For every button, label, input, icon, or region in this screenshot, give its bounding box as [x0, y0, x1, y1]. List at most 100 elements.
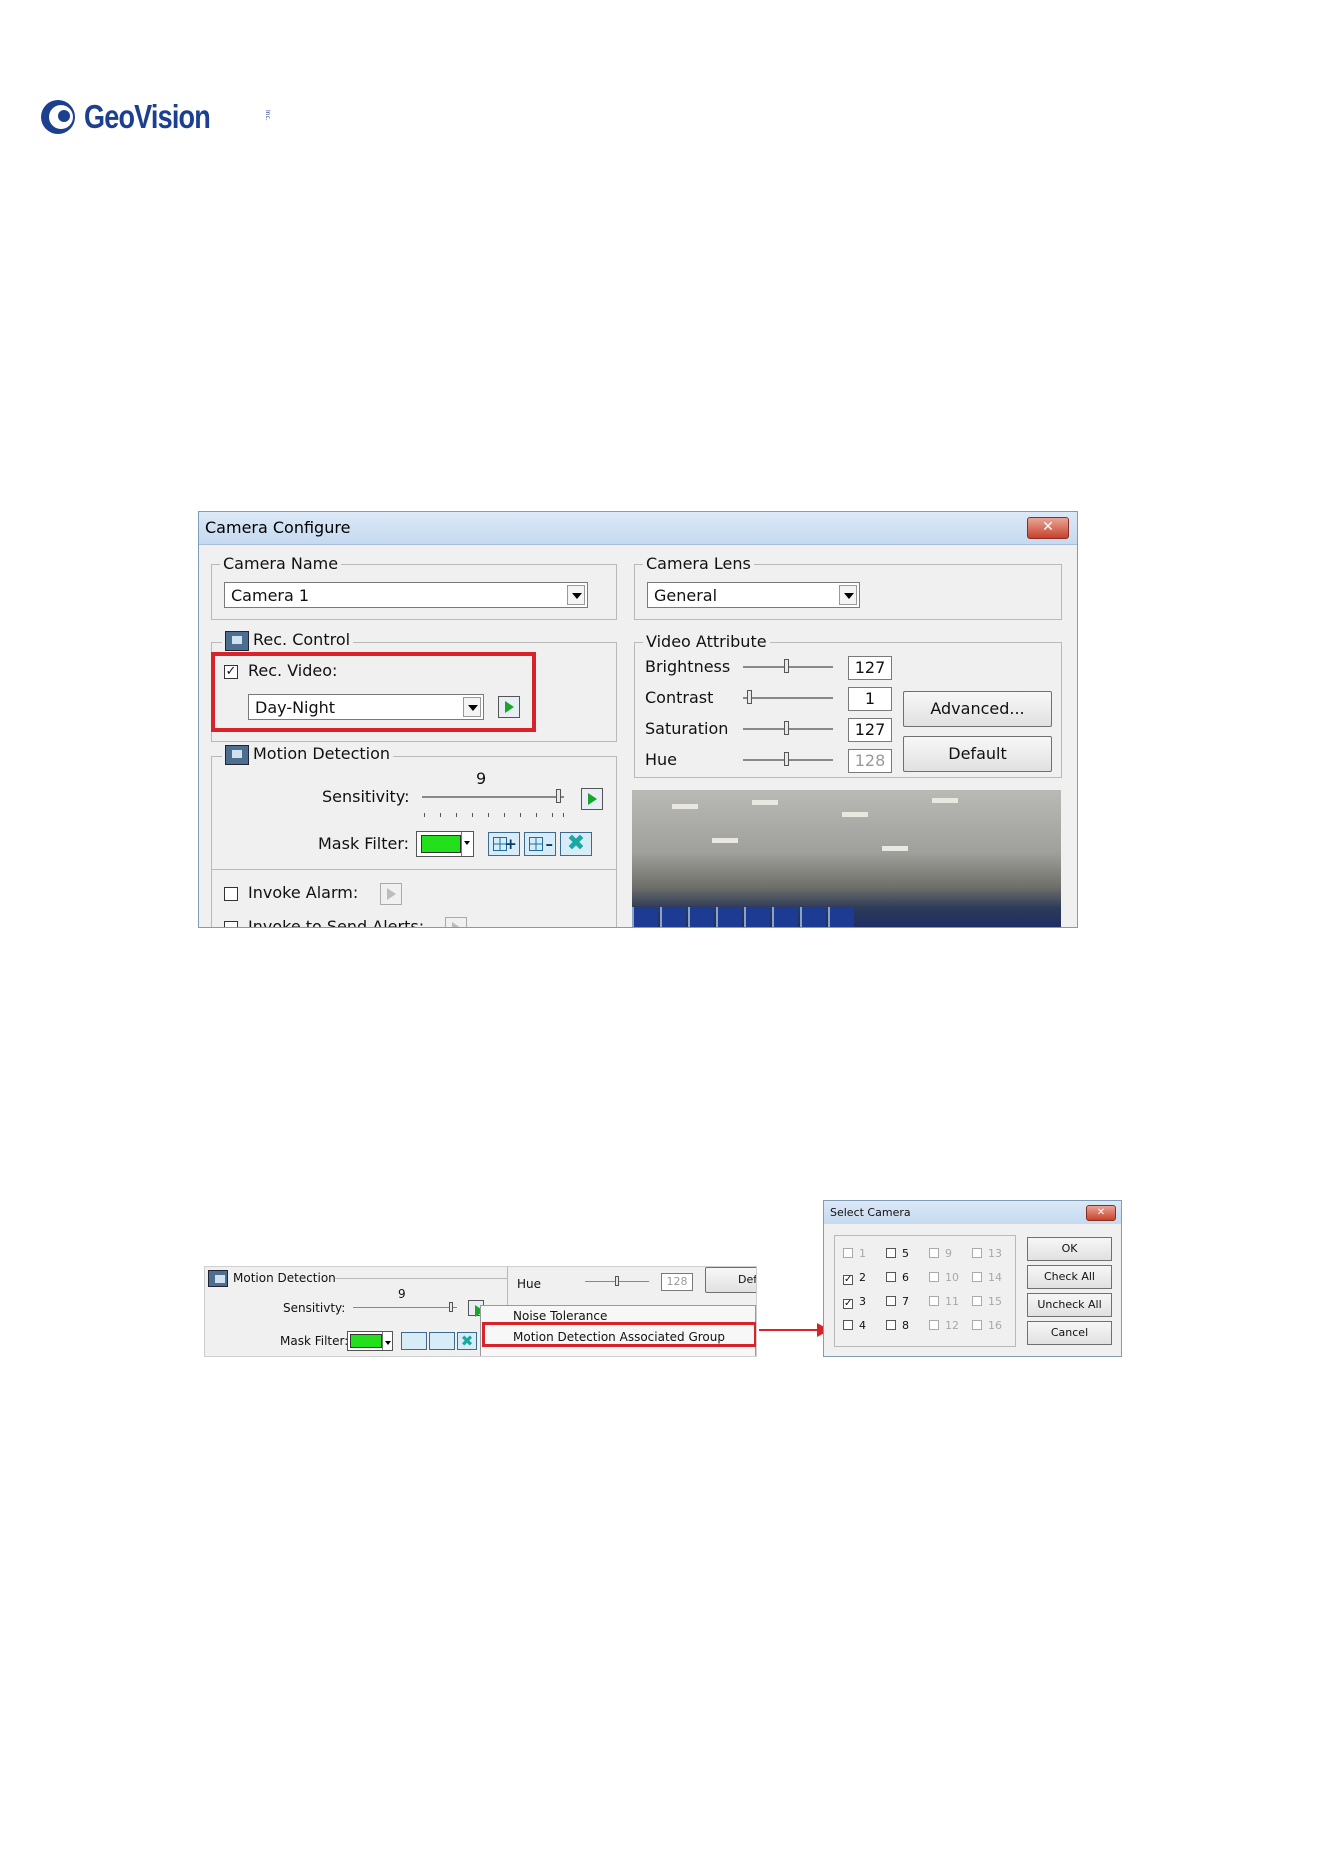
- checkbox[interactable]: [886, 1272, 896, 1282]
- checkbox[interactable]: [929, 1296, 939, 1306]
- video-attr-slider[interactable]: [743, 657, 833, 677]
- camera-checkbox-6[interactable]: 6: [886, 1271, 909, 1284]
- checkbox[interactable]: [843, 1248, 853, 1258]
- geovision-logo-icon: [41, 100, 75, 134]
- chevron-down-icon[interactable]: [461, 832, 473, 856]
- camera-number: 5: [902, 1247, 909, 1260]
- checkbox[interactable]: [929, 1320, 939, 1330]
- checkbox[interactable]: [886, 1296, 896, 1306]
- camera-checkbox-13[interactable]: 13: [972, 1247, 1002, 1260]
- sensitivity-play-button[interactable]: [581, 788, 603, 810]
- slider-thumb[interactable]: [747, 690, 752, 704]
- detail-hue-slider[interactable]: [585, 1274, 649, 1290]
- mask-color-swatch: [421, 835, 461, 853]
- mask-color-picker[interactable]: [416, 831, 474, 857]
- camera-checkbox-15[interactable]: 15: [972, 1295, 1002, 1308]
- video-attr-value[interactable]: 127: [848, 718, 892, 742]
- remove-mask-button[interactable]: –: [524, 832, 556, 856]
- checkbox[interactable]: [929, 1248, 939, 1258]
- video-attr-slider[interactable]: [743, 750, 833, 770]
- check-all-button[interactable]: Check All: [1027, 1265, 1112, 1289]
- rec-control-legend-text: Rec. Control: [253, 630, 351, 649]
- slider-thumb[interactable]: [784, 659, 789, 673]
- rec-control-icon: [225, 630, 249, 651]
- sensitivity-slider[interactable]: [422, 787, 564, 807]
- camera-checkbox-1[interactable]: 1: [843, 1247, 866, 1260]
- camera-number: 12: [945, 1319, 959, 1332]
- slider-thumb[interactable]: [615, 1276, 619, 1286]
- invoke-alerts-play-button[interactable]: [445, 917, 467, 927]
- video-attribute-group: Video Attribute Brightness 127 Contrast 1 Sa…: [634, 632, 1062, 778]
- detail-default-button[interactable]: Defa: [705, 1267, 756, 1293]
- camera-name-value: Camera 1: [231, 586, 310, 605]
- camera-number: 11: [945, 1295, 959, 1308]
- camera-checkbox-5[interactable]: 5: [886, 1247, 909, 1260]
- close-button[interactable]: ✕: [1086, 1205, 1116, 1221]
- checkbox[interactable]: [843, 1320, 853, 1330]
- chevron-down-icon[interactable]: [382, 1332, 392, 1350]
- default-button[interactable]: Default: [903, 736, 1052, 772]
- slider-thumb[interactable]: [449, 1302, 453, 1312]
- camera-checkbox-2[interactable]: ✓ 2: [843, 1271, 866, 1285]
- video-attr-slider[interactable]: [743, 688, 833, 708]
- rec-control-legend: Rec. Control: [222, 630, 354, 651]
- detail-hue-label: Hue: [517, 1277, 542, 1291]
- clear-mask-button[interactable]: ✖: [560, 832, 592, 856]
- camera-number: 16: [988, 1319, 1002, 1332]
- camera-checkbox-16[interactable]: 16: [972, 1319, 1002, 1332]
- camera-checkbox-11[interactable]: 11: [929, 1295, 959, 1308]
- video-attr-label: Saturation: [645, 719, 729, 738]
- slider-thumb[interactable]: [784, 752, 789, 766]
- checkbox[interactable]: ✓: [843, 1299, 853, 1309]
- invoke-alarm-checkbox[interactable]: [224, 887, 238, 901]
- menu-item-noise-tolerance[interactable]: Noise Tolerance: [513, 1309, 607, 1323]
- camera-number: 6: [902, 1271, 909, 1284]
- camera-lens-group: Camera Lens General: [634, 554, 1062, 620]
- camera-checkbox-7[interactable]: 7: [886, 1295, 909, 1308]
- checkbox[interactable]: ✓: [843, 1275, 853, 1285]
- uncheck-all-button[interactable]: Uncheck All: [1027, 1293, 1112, 1317]
- video-attr-value[interactable]: 1: [848, 687, 892, 711]
- slider-thumb[interactable]: [556, 789, 561, 803]
- detail-remove-mask-button[interactable]: [429, 1332, 455, 1350]
- highlight-box: [211, 652, 536, 732]
- detail-hue-value[interactable]: 128: [661, 1273, 693, 1291]
- camera-lens-legend: Camera Lens: [643, 554, 754, 573]
- chevron-down-icon[interactable]: [839, 585, 857, 605]
- camera-checkbox-9[interactable]: 9: [929, 1247, 952, 1260]
- checkbox[interactable]: [972, 1320, 982, 1330]
- select-camera-title: Select Camera: [830, 1206, 911, 1219]
- detail-mask-color-picker[interactable]: [347, 1331, 393, 1351]
- invoke-alerts-checkbox[interactable]: [224, 921, 238, 927]
- video-attr-slider[interactable]: [743, 719, 833, 739]
- checkbox[interactable]: [886, 1320, 896, 1330]
- cancel-button[interactable]: Cancel: [1027, 1321, 1112, 1345]
- add-mask-button[interactable]: +: [488, 832, 520, 856]
- detail-sensitivity-slider[interactable]: [353, 1300, 457, 1316]
- detail-add-mask-button[interactable]: [401, 1332, 427, 1350]
- camera-checkbox-14[interactable]: 14: [972, 1271, 1002, 1284]
- checkbox[interactable]: [972, 1248, 982, 1258]
- video-attr-value[interactable]: 127: [848, 656, 892, 680]
- video-attr-value[interactable]: 128: [848, 749, 892, 773]
- ok-button[interactable]: OK: [1027, 1237, 1112, 1261]
- checkbox[interactable]: [929, 1272, 939, 1282]
- camera-checkbox-3[interactable]: ✓ 3: [843, 1295, 866, 1309]
- detail-motion-detection-label: Motion Detection: [233, 1271, 336, 1285]
- checkbox[interactable]: [886, 1248, 896, 1258]
- checkbox[interactable]: [972, 1296, 982, 1306]
- camera-checkbox-8[interactable]: 8: [886, 1319, 909, 1332]
- checkbox[interactable]: [972, 1272, 982, 1282]
- camera-checkbox-12[interactable]: 12: [929, 1319, 959, 1332]
- camera-checkbox-10[interactable]: 10: [929, 1271, 959, 1284]
- detail-clear-mask-button[interactable]: ✖: [457, 1332, 477, 1350]
- camera-checkbox-4[interactable]: 4: [843, 1319, 866, 1332]
- camera-lens-select[interactable]: General: [647, 582, 860, 608]
- close-button[interactable]: ✕: [1027, 517, 1069, 539]
- camera-name-legend: Camera Name: [220, 554, 342, 573]
- camera-name-select[interactable]: Camera 1: [224, 582, 588, 608]
- slider-thumb[interactable]: [784, 721, 789, 735]
- chevron-down-icon[interactable]: [567, 585, 585, 605]
- advanced-button[interactable]: Advanced...: [903, 691, 1052, 727]
- invoke-alarm-play-button[interactable]: [380, 883, 402, 905]
